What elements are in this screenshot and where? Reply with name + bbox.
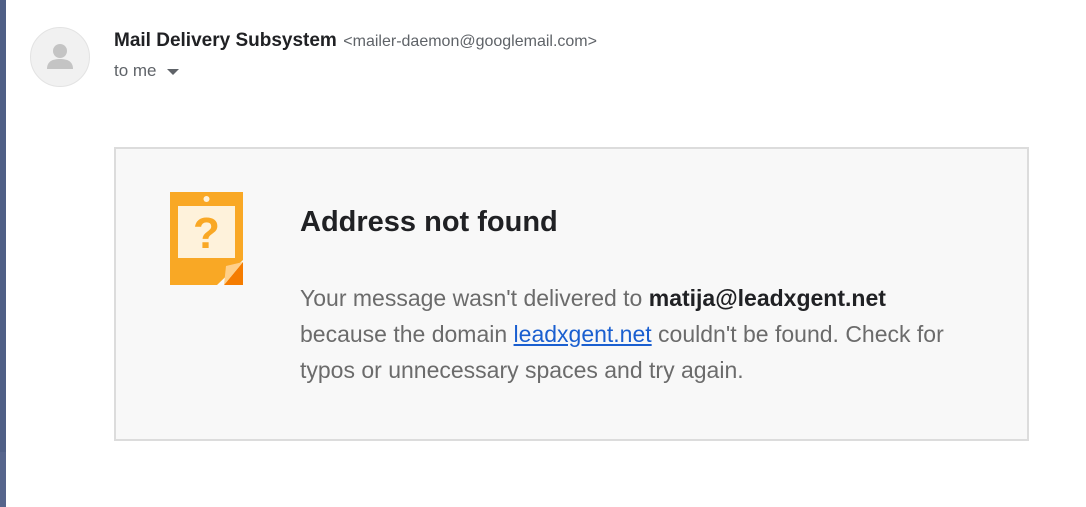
bounce-notice-card: ? Address not found Your message wasn't …: [114, 147, 1029, 441]
card-message: Your message wasn't delivered to matija@…: [300, 280, 990, 388]
message-text: couldn't be found. Check for: [651, 321, 944, 347]
message-line-3: typos or unnecessary spaces and try agai…: [300, 357, 744, 383]
svg-text:?: ?: [193, 209, 220, 258]
chevron-down-icon[interactable]: [166, 69, 179, 75]
question-note-icon: ?: [170, 192, 243, 285]
message-text: Your message wasn't delivered to: [300, 285, 649, 311]
sender-email: <mailer-daemon@googlemail.com>: [343, 33, 597, 50]
domain-link[interactable]: leadxgent.net: [514, 321, 652, 347]
card-title: Address not found: [300, 206, 558, 238]
recipient-label: to me: [114, 61, 157, 80]
message-text: because the domain: [300, 321, 514, 347]
sender-line: Mail Delivery Subsystem <mailer-daemon@g…: [114, 30, 597, 52]
window-left-edge: [0, 0, 6, 507]
message-line-2: because the domain leadxgent.net couldn'…: [300, 316, 990, 352]
recipient-details-toggle[interactable]: to me: [114, 61, 179, 81]
avatar[interactable]: [30, 27, 90, 87]
person-icon: [47, 44, 73, 69]
sender-name[interactable]: Mail Delivery Subsystem: [114, 30, 337, 51]
recipient-address: matija@leadxgent.net: [648, 285, 886, 311]
message-line-1: Your message wasn't delivered to matija@…: [300, 280, 990, 316]
